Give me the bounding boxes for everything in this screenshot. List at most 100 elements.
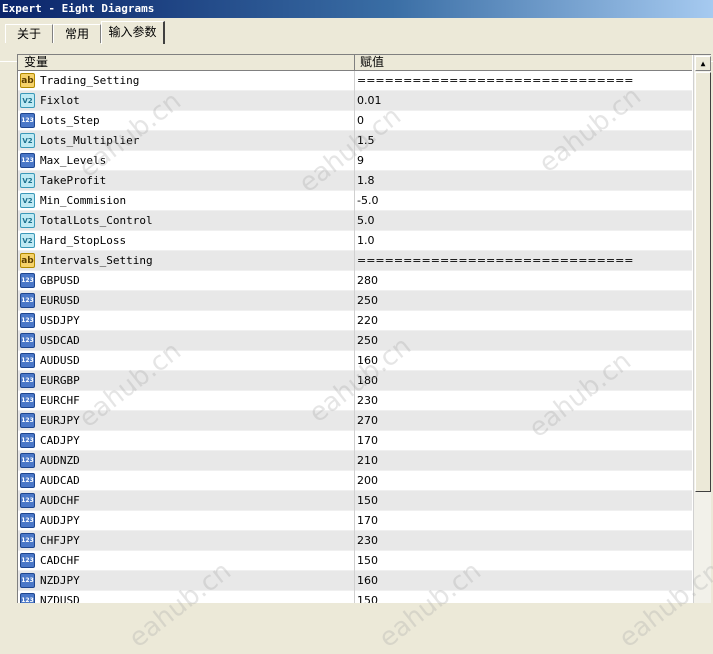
variable-cell: 123 Max_Levels (18, 151, 355, 171)
integer-type-icon: 123 (20, 493, 35, 508)
double-type-icon: V2 (20, 93, 35, 108)
variable-cell: 123 USDCAD (18, 331, 355, 351)
vertical-scrollbar[interactable]: ▲ (693, 55, 711, 603)
value-cell[interactable]: 230 (357, 391, 687, 411)
value-cell[interactable]: 250 (357, 331, 687, 351)
variable-cell: ab Intervals_Setting (18, 251, 355, 271)
table-row[interactable]: V2 TakeProfit 1.8 (18, 171, 692, 191)
table-row[interactable]: 123 EURUSD 250 (18, 291, 692, 311)
table-row[interactable]: 123 CADCHF 150 (18, 551, 692, 571)
scroll-thumb[interactable] (695, 72, 711, 492)
value-cell[interactable]: 230 (357, 531, 687, 551)
integer-type-icon: 123 (20, 333, 35, 348)
value-cell[interactable]: ============================== (357, 71, 687, 91)
double-type-icon: V2 (20, 193, 35, 208)
table-row[interactable]: 123 Max_Levels 9 (18, 151, 692, 171)
tab-about[interactable]: 关于 (5, 24, 53, 43)
table-row[interactable]: 123 AUDUSD 160 (18, 351, 692, 371)
table-row[interactable]: 123 USDCAD 250 (18, 331, 692, 351)
variable-name: AUDJPY (40, 514, 80, 527)
variable-cell: 123 EURJPY (18, 411, 355, 431)
value-cell[interactable]: 160 (357, 351, 687, 371)
table-row[interactable]: 123 CHFJPY 230 (18, 531, 692, 551)
value-cell[interactable]: 220 (357, 311, 687, 331)
value-cell[interactable]: -5.0 (357, 191, 687, 211)
value-cell[interactable]: 280 (357, 271, 687, 291)
table-row[interactable]: ab Trading_Setting =======================… (18, 71, 692, 91)
table-row[interactable]: 123 AUDNZD 210 (18, 451, 692, 471)
value-cell[interactable]: 250 (357, 291, 687, 311)
table-row[interactable]: 123 Lots_Step 0 (18, 111, 692, 131)
value-cell[interactable]: 150 (357, 491, 687, 511)
table-row[interactable]: 123 NZDJPY 160 (18, 571, 692, 591)
column-header-variable[interactable]: 变量 (18, 55, 355, 70)
variable-cell: 123 AUDJPY (18, 511, 355, 531)
variable-cell: 123 EURUSD (18, 291, 355, 311)
value-cell[interactable]: 170 (357, 431, 687, 451)
table-row[interactable]: 123 USDJPY 220 (18, 311, 692, 331)
table-row[interactable]: 123 EURGBP 180 (18, 371, 692, 391)
table-row[interactable]: V2 Lots_Multiplier 1.5 (18, 131, 692, 151)
variable-name: TakeProfit (40, 174, 107, 187)
table-row[interactable]: 123 AUDJPY 170 (18, 511, 692, 531)
value-cell[interactable]: 200 (357, 471, 687, 491)
variable-cell: 123 EURCHF (18, 391, 355, 411)
table-row[interactable]: ab Intervals_Setting =====================… (18, 251, 692, 271)
table-row[interactable]: 123 NZDUSD 150 (18, 591, 692, 603)
variable-cell: 123 GBPUSD (18, 271, 355, 291)
double-type-icon: V2 (20, 213, 35, 228)
variable-cell: V2 Lots_Multiplier (18, 131, 355, 151)
variable-name: Trading_Setting (40, 74, 140, 87)
scroll-up-icon[interactable]: ▲ (695, 56, 711, 71)
variable-name: AUDCHF (40, 494, 80, 507)
variable-name: GBPUSD (40, 274, 80, 287)
variable-name: USDJPY (40, 314, 80, 327)
value-cell[interactable]: 170 (357, 511, 687, 531)
tab-inputs[interactable]: 输入参数 (101, 21, 165, 44)
value-cell[interactable]: 1.8 (357, 171, 687, 191)
value-cell[interactable]: 150 (357, 591, 687, 603)
variable-name: Lots_Step (40, 114, 100, 127)
variable-name: AUDNZD (40, 454, 80, 467)
parameters-table: 变量 赋值 ab Trading_Setting =================… (17, 54, 711, 603)
value-cell[interactable]: 160 (357, 571, 687, 591)
double-type-icon: V2 (20, 133, 35, 148)
table-row[interactable]: 123 EURJPY 270 (18, 411, 692, 431)
value-cell[interactable]: ============================== (357, 251, 687, 271)
table-row[interactable]: V2 Fixlot 0.01 (18, 91, 692, 111)
variable-cell: 123 AUDNZD (18, 451, 355, 471)
value-cell[interactable]: 9 (357, 151, 687, 171)
variable-name: Min_Commision (40, 194, 127, 207)
variable-cell: 123 AUDUSD (18, 351, 355, 371)
table-row[interactable]: 123 AUDCHF 150 (18, 491, 692, 511)
value-cell[interactable]: 5.0 (357, 211, 687, 231)
variable-cell: 123 AUDCHF (18, 491, 355, 511)
table-row[interactable]: V2 Hard_StopLoss 1.0 (18, 231, 692, 251)
value-cell[interactable]: 1.0 (357, 231, 687, 251)
variable-name: EURCHF (40, 394, 80, 407)
table-row[interactable]: 123 AUDCAD 200 (18, 471, 692, 491)
value-cell[interactable]: 1.5 (357, 131, 687, 151)
table-row[interactable]: 123 CADJPY 170 (18, 431, 692, 451)
integer-type-icon: 123 (20, 413, 35, 428)
table-row[interactable]: V2 Min_Commision -5.0 (18, 191, 692, 211)
variable-name: Max_Levels (40, 154, 107, 167)
variable-name: TotalLots_Control (40, 214, 153, 227)
variable-cell: 123 NZDJPY (18, 571, 355, 591)
table-row[interactable]: 123 GBPUSD 280 (18, 271, 692, 291)
column-header-value[interactable]: 赋值 (356, 55, 692, 70)
table-row[interactable]: 123 EURCHF 230 (18, 391, 692, 411)
integer-type-icon: 123 (20, 353, 35, 368)
variable-cell: ab Trading_Setting (18, 71, 355, 91)
variable-name: NZDUSD (40, 594, 80, 603)
value-cell[interactable]: 0.01 (357, 91, 687, 111)
tab-common[interactable]: 常用 (53, 24, 101, 43)
value-cell[interactable]: 180 (357, 371, 687, 391)
value-cell[interactable]: 0 (357, 111, 687, 131)
value-cell[interactable]: 150 (357, 551, 687, 571)
value-cell[interactable]: 210 (357, 451, 687, 471)
integer-type-icon: 123 (20, 393, 35, 408)
table-row[interactable]: V2 TotalLots_Control 5.0 (18, 211, 692, 231)
variable-name: Hard_StopLoss (40, 234, 127, 247)
value-cell[interactable]: 270 (357, 411, 687, 431)
